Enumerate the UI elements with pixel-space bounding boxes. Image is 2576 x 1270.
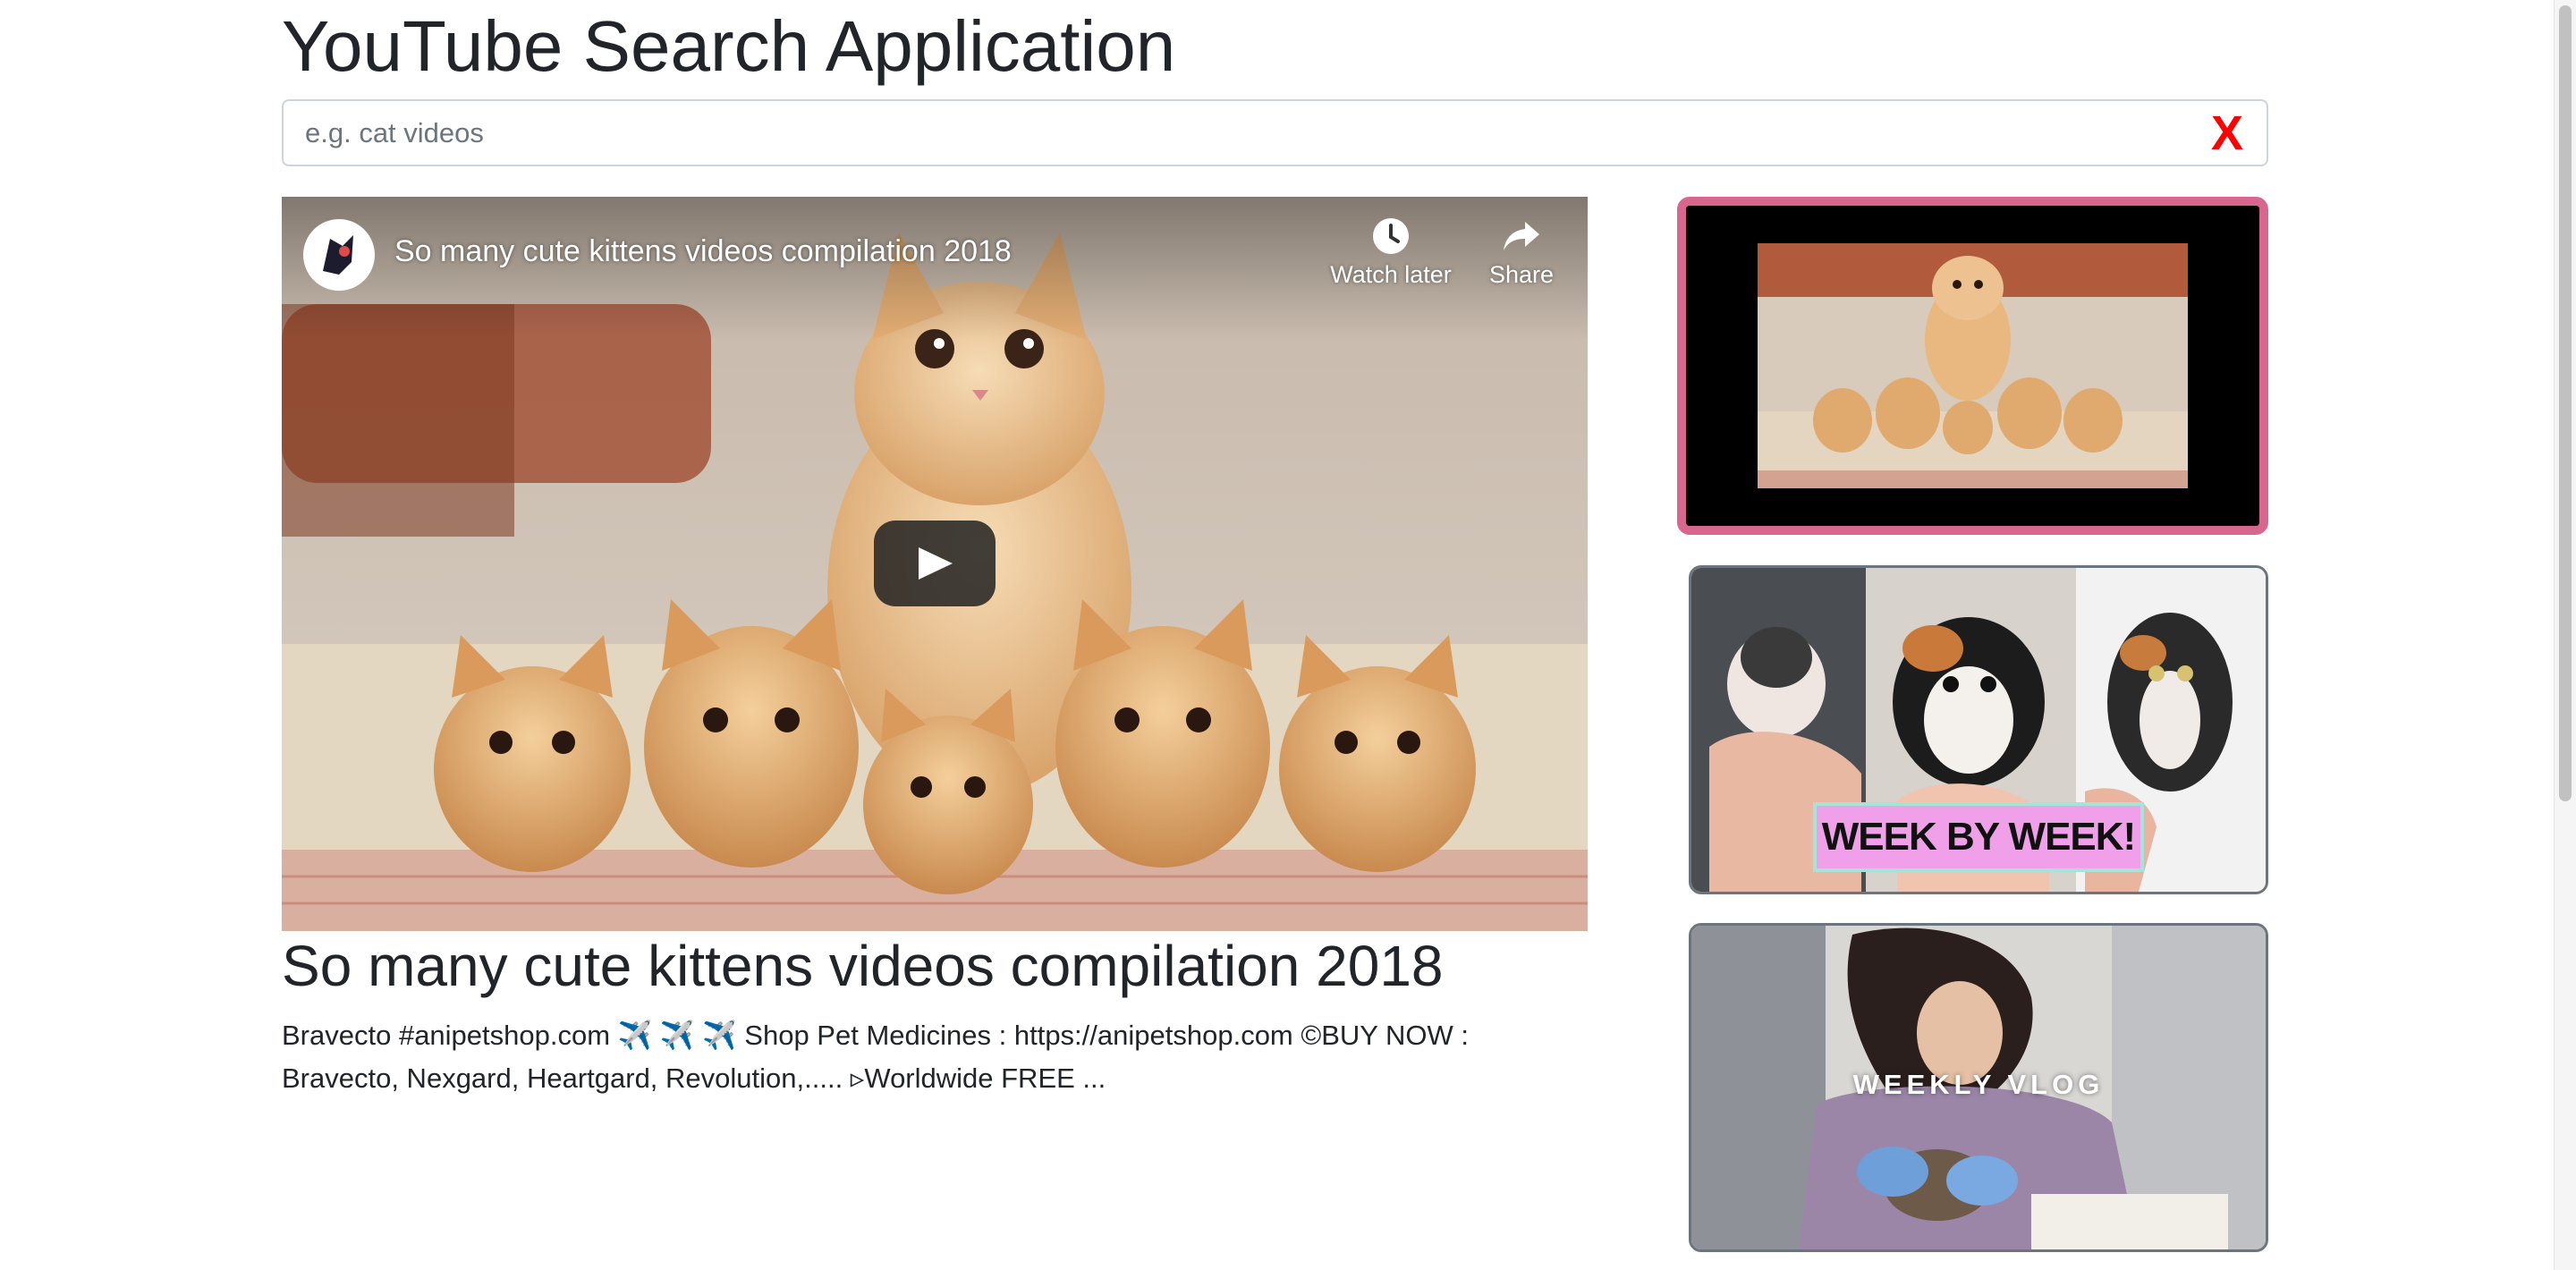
scrollbar-thumb[interactable] [2559, 5, 2572, 801]
page-scrollbar[interactable] [2554, 0, 2576, 1270]
channel-avatar[interactable] [303, 219, 375, 291]
app-title: YouTube Search Application [282, 6, 1176, 86]
page: YouTube Search Application X [0, 0, 2576, 1270]
search-input[interactable] [284, 101, 2267, 165]
share-label: Share [1488, 261, 1555, 288]
watch-later-label: Watch later [1330, 261, 1452, 288]
play-icon [919, 547, 953, 580]
selected-video-title: So many cute kittens videos compilation … [282, 934, 1444, 998]
clock-icon [1373, 218, 1409, 254]
week-by-week-banner: WEEK BY WEEK! [1813, 802, 2144, 872]
thumbnail-image [1686, 206, 2259, 526]
selected-video-description: Bravecto #anipetshop.com ✈️ ✈️ ✈️ Shop P… [282, 1020, 1469, 1094]
share-button[interactable]: Share [1459, 216, 1584, 289]
video-thumbnail-1[interactable] [1677, 197, 2268, 535]
weekly-vlog-caption: WEEKLY VLOG [1852, 1069, 2105, 1100]
search-bar: X [282, 99, 2268, 166]
watch-later-button[interactable]: Watch later [1328, 216, 1453, 289]
video-thumbnail-2[interactable]: WEEK BY WEEK! [1689, 565, 2268, 894]
video-player[interactable]: So many cute kittens videos compilation … [282, 197, 1588, 931]
share-arrow-icon [1504, 222, 1539, 250]
video-thumbnail-3[interactable]: WEEKLY VLOG [1689, 923, 2268, 1252]
thumbnail-overlay-text: WEEK BY WEEK! [1817, 806, 2140, 868]
player-video-title[interactable]: So many cute kittens videos compilation … [394, 234, 1012, 269]
clear-search-button[interactable]: X [2207, 108, 2247, 158]
play-button[interactable] [874, 521, 996, 606]
